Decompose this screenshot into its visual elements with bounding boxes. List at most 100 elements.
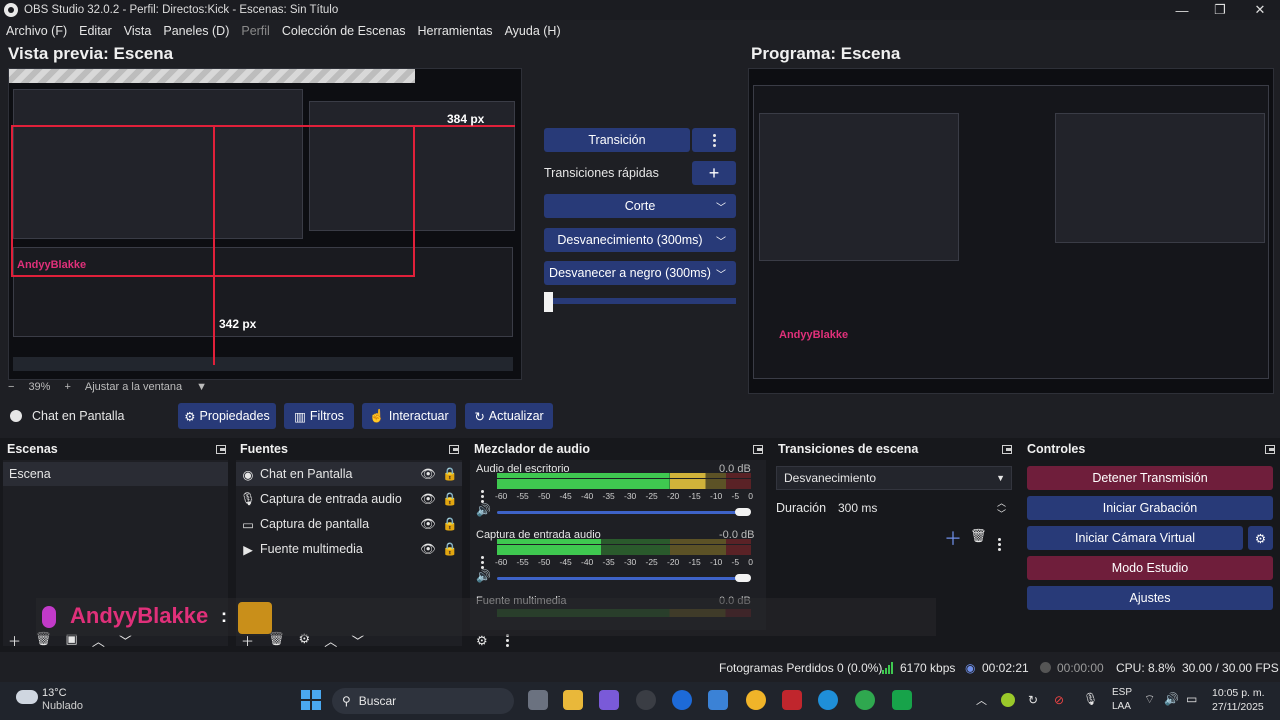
source-row-audio[interactable]: 🎙 Captura de entrada audio 👁 🔒 bbox=[236, 487, 462, 511]
task-view-icon[interactable] bbox=[528, 690, 548, 710]
menu-profile[interactable]: Perfil bbox=[241, 24, 269, 38]
properties-button[interactable]: ⚙ Propiedades bbox=[178, 403, 276, 429]
meter-tick: -5 bbox=[731, 491, 740, 501]
close-button[interactable]: ✕ bbox=[1240, 0, 1280, 20]
zoom-out-button[interactable]: − bbox=[8, 381, 14, 393]
chevron-down-icon[interactable]: ▼ bbox=[196, 381, 207, 393]
zoom-in-button[interactable]: + bbox=[64, 381, 70, 393]
add-icon[interactable]: ＋ bbox=[8, 631, 21, 650]
preview-canvas[interactable]: 384 px 342 px AndyyBlakke bbox=[8, 68, 522, 380]
browser-icon[interactable] bbox=[746, 690, 766, 710]
menu-edit[interactable]: Editar bbox=[79, 24, 112, 38]
fit-to-window[interactable]: Ajustar a la ventana bbox=[85, 381, 182, 393]
speaker-icon[interactable]: 🔊 bbox=[476, 569, 491, 583]
lock-icon[interactable]: 🔒 bbox=[442, 492, 458, 507]
program-chat-user: AndyyBlakke bbox=[779, 329, 849, 341]
more-vertical-icon[interactable] bbox=[481, 548, 484, 569]
dock-float-icon[interactable] bbox=[449, 445, 459, 454]
browser-source-icon bbox=[10, 410, 22, 422]
more-vertical-icon[interactable] bbox=[505, 634, 509, 649]
microphone-icon[interactable]: 🎙 bbox=[1083, 692, 1098, 706]
meter-tick: -60 bbox=[495, 557, 508, 567]
trash-icon[interactable]: 🗑 bbox=[970, 528, 987, 544]
file-explorer-icon[interactable] bbox=[563, 690, 583, 710]
speaker-icon[interactable]: 🔊 bbox=[476, 503, 491, 517]
quick-transition-fade-black[interactable]: Desvanecer a negro (300ms) ﹀ bbox=[544, 261, 736, 285]
more-vertical-icon[interactable] bbox=[998, 530, 1001, 551]
interact-button[interactable]: ☝ Interactuar bbox=[362, 403, 456, 429]
chevron-down-icon[interactable]: ﹀ bbox=[997, 507, 1006, 520]
language-primary[interactable]: ESP bbox=[1112, 687, 1132, 698]
add-transition-icon[interactable]: ＋ bbox=[944, 525, 962, 551]
dock-float-icon[interactable] bbox=[753, 445, 763, 454]
volume-slider[interactable] bbox=[497, 511, 743, 514]
eye-icon[interactable]: 👁 bbox=[420, 542, 436, 557]
antivirus-icon[interactable] bbox=[782, 690, 802, 710]
tray-app-icon[interactable] bbox=[1001, 693, 1015, 707]
meter-tick: -20 bbox=[667, 557, 680, 567]
menu-docks[interactable]: Paneles (D) bbox=[163, 24, 229, 38]
source-row-media[interactable]: ▶ Fuente multimedia 👁 🔒 bbox=[236, 537, 462, 561]
start-recording-button[interactable]: Iniciar Grabación bbox=[1027, 496, 1273, 520]
virtual-camera-settings-button[interactable]: ⚙ bbox=[1248, 526, 1273, 550]
volume-slider-knob[interactable] bbox=[735, 508, 751, 516]
chrome-icon[interactable] bbox=[855, 690, 875, 710]
edge-icon[interactable] bbox=[818, 690, 838, 710]
minimize-button[interactable]: — bbox=[1162, 0, 1202, 20]
dock-float-icon[interactable] bbox=[216, 445, 226, 454]
maximize-button[interactable]: ❐ bbox=[1200, 0, 1240, 20]
source-row-chat[interactable]: ◉ Chat en Pantalla 👁 🔒 bbox=[236, 462, 462, 486]
chevron-up-icon[interactable]: ︿ bbox=[976, 692, 987, 708]
menu-scene-collection[interactable]: Colección de Escenas bbox=[282, 24, 406, 38]
filters-button[interactable]: ▥ Filtros bbox=[284, 403, 354, 429]
virtual-camera-button[interactable]: Iniciar Cámara Virtual bbox=[1027, 526, 1243, 550]
transition-menu-button[interactable] bbox=[692, 128, 736, 152]
quick-transition-cut[interactable]: Corte ﹀ bbox=[544, 194, 736, 218]
wifi-icon[interactable]: ⌔ bbox=[1144, 692, 1155, 707]
tbar-slider-track[interactable] bbox=[548, 298, 736, 304]
lock-icon[interactable]: 🔒 bbox=[442, 517, 458, 532]
hp-icon[interactable] bbox=[672, 690, 692, 710]
eye-icon[interactable]: 👁 bbox=[420, 467, 436, 482]
settings-button[interactable]: Ajustes bbox=[1027, 586, 1273, 610]
tray-alert-icon[interactable]: ⊘ bbox=[1054, 693, 1064, 707]
more-vertical-icon[interactable] bbox=[481, 482, 484, 503]
stop-stream-button[interactable]: Detener Transmisión bbox=[1027, 466, 1273, 490]
menu-view[interactable]: Vista bbox=[124, 24, 152, 38]
eye-icon[interactable]: 👁 bbox=[420, 517, 436, 532]
windows-start-icon[interactable] bbox=[301, 690, 321, 710]
menu-tools[interactable]: Herramientas bbox=[418, 24, 493, 38]
battery-icon[interactable]: ▭ bbox=[1186, 692, 1197, 706]
add-quick-transition-button[interactable]: + bbox=[692, 161, 736, 185]
clock-time[interactable]: 10:05 p. m. bbox=[1212, 687, 1265, 699]
dock-float-icon[interactable] bbox=[1265, 445, 1275, 454]
lock-icon[interactable]: 🔒 bbox=[442, 542, 458, 557]
taskbar-search[interactable]: ⚲ Buscar bbox=[332, 688, 514, 714]
weather-desc[interactable]: Nublado bbox=[42, 700, 83, 712]
duration-spinbox[interactable]: 300 ms ︿ ﹀ bbox=[832, 496, 1012, 520]
copilot-icon[interactable] bbox=[599, 690, 619, 710]
refresh-button[interactable]: ↻ Actualizar bbox=[465, 403, 553, 429]
volume-icon[interactable]: 🔊 bbox=[1164, 692, 1179, 706]
dock-float-icon[interactable] bbox=[1002, 445, 1012, 454]
volume-slider[interactable] bbox=[497, 577, 743, 580]
language-secondary[interactable]: LAA bbox=[1112, 701, 1131, 712]
scene-item[interactable]: Escena bbox=[3, 462, 228, 486]
clock-date[interactable]: 27/11/2025 bbox=[1212, 701, 1264, 713]
volume-slider-knob[interactable] bbox=[735, 574, 751, 582]
menu-help[interactable]: Ayuda (H) bbox=[505, 24, 561, 38]
source-row-screen[interactable]: ▭ Captura de pantalla 👁 🔒 bbox=[236, 512, 462, 536]
lock-icon[interactable]: 🔒 bbox=[442, 467, 458, 482]
obs-taskbar-icon[interactable] bbox=[636, 690, 656, 710]
transition-button[interactable]: Transición bbox=[544, 128, 690, 152]
sync-icon[interactable]: ↻ bbox=[1028, 693, 1038, 707]
app-icon[interactable] bbox=[892, 690, 912, 710]
store-icon[interactable] bbox=[708, 690, 728, 710]
eye-icon[interactable]: 👁 bbox=[420, 492, 436, 507]
quick-transition-fade[interactable]: Desvanecimiento (300ms) ﹀ bbox=[544, 228, 736, 252]
studio-mode-button[interactable]: Modo Estudio bbox=[1027, 556, 1273, 580]
transition-select[interactable]: Desvanecimiento ▼ bbox=[776, 466, 1012, 490]
weather-temp[interactable]: 13°C bbox=[42, 687, 67, 699]
tbar-slider-handle[interactable] bbox=[544, 292, 553, 312]
menu-file[interactable]: Archivo (F) bbox=[6, 24, 67, 38]
